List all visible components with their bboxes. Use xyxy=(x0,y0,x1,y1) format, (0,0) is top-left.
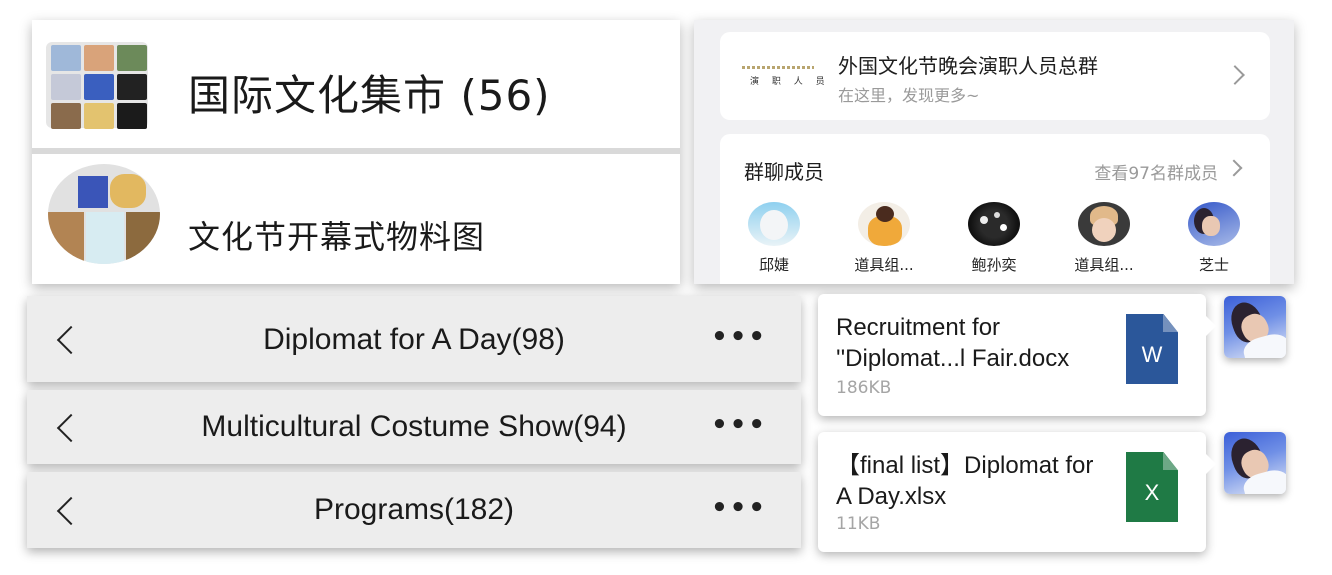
chat-header-bar: Diplomat for A Day(98) ••• xyxy=(27,296,801,382)
member-name: 道具组... xyxy=(1074,256,1134,274)
chevron-right-icon xyxy=(1225,65,1245,85)
file-name: 【final list】Diplomat for A Day.xlsx xyxy=(836,452,1094,510)
chat-header-title: Diplomat for A Day(98) xyxy=(263,323,565,356)
member-item[interactable]: 道具组... xyxy=(1054,202,1154,275)
word-file-icon: W xyxy=(1126,314,1178,384)
group-collage-avatar xyxy=(46,42,148,129)
chat-header-title: Programs(182) xyxy=(313,493,515,526)
member-avatar xyxy=(968,202,1020,246)
excel-file-icon: X xyxy=(1126,452,1178,522)
chat-list-panel: 国际文化集市 (56) 文化节开幕式物料图 xyxy=(32,20,680,284)
more-dots-icon[interactable]: ••• xyxy=(711,322,767,352)
file-size: 11KB xyxy=(836,514,881,534)
member-avatar xyxy=(858,202,910,246)
chat-title: 国际文化集市 (56) xyxy=(188,71,551,120)
sender-avatar[interactable] xyxy=(1224,432,1286,494)
member-avatar xyxy=(748,202,800,246)
view-all-members-link[interactable]: 查看97名群成员 xyxy=(1094,159,1218,184)
chat-header-bar: Multicultural Costume Show(94) ••• xyxy=(27,390,801,464)
group-collage-avatar xyxy=(48,164,160,264)
member-name: 鲍孙奕 xyxy=(971,256,1017,274)
member-name: 芝士 xyxy=(1198,256,1229,274)
member-avatar xyxy=(1078,202,1130,246)
chevron-right-icon[interactable] xyxy=(1225,159,1243,177)
chat-list-item[interactable]: 国际文化集市 (56) xyxy=(32,20,680,148)
file-message[interactable]: 【final list】Diplomat for A Day.xlsx 11KB… xyxy=(818,432,1216,552)
file-message[interactable]: Recruitment for ''Diplomat...l Fair.docx… xyxy=(818,294,1216,416)
group-logo: 演 职 人 员 xyxy=(742,60,825,94)
group-subtitle: 在这里，发现更多~ xyxy=(838,86,980,105)
member-name: 道具组... xyxy=(854,256,914,274)
group-name: 外国文化节晚会演职人员总群 xyxy=(838,54,1098,78)
chat-header-title: Multicultural Costume Show(94) xyxy=(201,410,627,443)
file-name: Recruitment for ''Diplomat...l Fair.docx xyxy=(836,314,1070,372)
more-dots-icon[interactable]: ••• xyxy=(711,410,767,440)
more-dots-icon[interactable]: ••• xyxy=(711,493,767,523)
sender-avatar[interactable] xyxy=(1224,296,1286,358)
chat-title: 文化节开幕式物料图 xyxy=(188,218,486,256)
file-size: 186KB xyxy=(836,378,892,398)
member-avatar xyxy=(1188,202,1240,246)
member-name: 邱婕 xyxy=(758,256,789,274)
chat-list-item[interactable]: 文化节开幕式物料图 xyxy=(32,154,680,284)
group-info-panel: 演 职 人 员 外国文化节晚会演职人员总群 在这里，发现更多~ 群聊成员 查看9… xyxy=(694,20,1294,284)
members-title: 群聊成员 xyxy=(744,160,824,184)
member-item[interactable]: 芝士 xyxy=(1164,202,1264,275)
group-members-card: 群聊成员 查看97名群成员 邱婕 道具组... 鲍孙奕 道具组... 芝士 xyxy=(720,134,1270,284)
member-item[interactable]: 鲍孙奕 xyxy=(944,202,1044,275)
member-item[interactable]: 道具组... xyxy=(834,202,934,275)
group-profile-card[interactable]: 演 职 人 员 外国文化节晚会演职人员总群 在这里，发现更多~ xyxy=(720,32,1270,120)
member-item[interactable]: 邱婕 xyxy=(724,202,824,275)
chat-header-bar: Programs(182) ••• xyxy=(27,472,801,548)
